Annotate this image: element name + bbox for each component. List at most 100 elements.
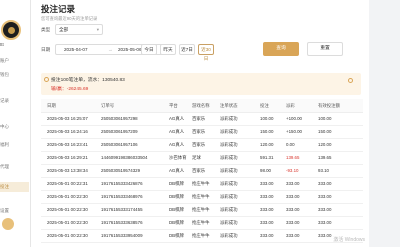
cell-valid: 333.00 bbox=[318, 207, 332, 212]
cell-bet: 591.31 bbox=[260, 155, 274, 160]
cell-valid: 333.00 bbox=[318, 220, 332, 225]
cell-time: 2025-05-03 16:24:16 bbox=[47, 129, 88, 134]
cell-bet: 333.00 bbox=[260, 220, 274, 225]
cell-plat: AG真人 bbox=[169, 142, 185, 147]
type-select-value: 全部 bbox=[59, 27, 69, 32]
table-row: 2025-05-01 00:22:30 19176155333174455 DB棋牌… bbox=[41, 204, 363, 217]
summary-profit: 输/赢：-26245.69 bbox=[51, 87, 89, 92]
sidebar-item-bonus[interactable]: 福利 bbox=[0, 140, 29, 150]
reset-button[interactable]: 重置 bbox=[307, 42, 343, 56]
cell-status: 派彩成功 bbox=[220, 207, 238, 212]
cell-plat: 沙巴体育 bbox=[169, 155, 187, 160]
quick-today-button[interactable]: 今日 bbox=[141, 44, 157, 55]
cell-status: 派彩成功 bbox=[220, 220, 238, 225]
summary-total: 投注100笔注单，流水：130540.83 bbox=[51, 78, 125, 83]
sidebar-item-center[interactable]: 中心 bbox=[0, 122, 29, 132]
quick-7days-button[interactable]: 近7日 bbox=[179, 44, 195, 55]
cell-status: 派彩成功 bbox=[220, 155, 238, 160]
page-title: 投注记录 bbox=[41, 4, 76, 14]
cell-valid: 93.10 bbox=[318, 168, 329, 173]
cell-plat: DB棋牌 bbox=[169, 194, 184, 199]
header-platform: 平台 bbox=[169, 103, 178, 108]
sidebar-item-wallet[interactable]: 钱包 bbox=[0, 70, 29, 80]
cell-valid: 333.00 bbox=[318, 181, 332, 186]
quick-30days-button[interactable]: 近30日 bbox=[198, 44, 214, 61]
cell-order: 19176155333174455 bbox=[101, 207, 143, 212]
cell-bet: 120.00 bbox=[260, 142, 274, 147]
cell-valid: 139.65 bbox=[318, 155, 332, 160]
help-icon[interactable] bbox=[348, 78, 353, 83]
sidebar-item-label: 钱包 bbox=[0, 72, 9, 77]
table-row: 2025-05-01 00:22:30 19176155333468976 DB棋牌… bbox=[41, 191, 363, 204]
cell-plat: AG真人 bbox=[169, 168, 185, 173]
table-row: 2025-05-03 16:29:21 1446099198386033504 沙巴… bbox=[41, 152, 363, 165]
cell-status: 派彩成功 bbox=[220, 168, 238, 173]
sidebar-item-records[interactable]: 记录 bbox=[0, 96, 29, 106]
cell-plat: AG真人 bbox=[169, 129, 185, 134]
user-name: ttt bbox=[0, 42, 4, 47]
cell-time: 2025-05-03 16:25:07 bbox=[47, 116, 88, 121]
cell-order: 19176155333638576 bbox=[101, 220, 143, 225]
cell-valid: 333.00 bbox=[318, 233, 332, 238]
cell-time: 2025-05-01 00:22:30 bbox=[47, 220, 88, 225]
table-row: 2025-05-03 16:23:41 250503061957106 AG真人 百家… bbox=[41, 139, 363, 152]
avatar[interactable] bbox=[1, 20, 21, 40]
cell-bet: 333.00 bbox=[260, 233, 274, 238]
cell-time: 2025-05-01 00:22:30 bbox=[47, 207, 88, 212]
type-select[interactable]: 全部 ▾ bbox=[55, 24, 103, 35]
header-bet: 投注 bbox=[260, 103, 269, 108]
cell-win: 333.00 bbox=[286, 233, 300, 238]
sidebar-item-account[interactable]: 账户 bbox=[0, 56, 29, 66]
cell-win: 333.00 bbox=[286, 207, 300, 212]
table-row: 2025-05-03 13:38:34 2505030519574329 AG真人 百… bbox=[41, 165, 363, 178]
cell-valid: 100.00 bbox=[318, 116, 332, 121]
cell-win: 333.00 bbox=[286, 220, 300, 225]
table-body: 2025-05-03 16:25:07 250503061957298 AG真人 百家… bbox=[41, 113, 363, 243]
cell-status: 派彩成功 bbox=[220, 116, 238, 121]
cell-game: 足球 bbox=[192, 155, 201, 160]
table-row: 2025-05-01 00:22:30 19176155333954009 DB棋牌… bbox=[41, 230, 363, 243]
chevron-down-icon: ▾ bbox=[96, 27, 99, 32]
date-end: 2025-05-06 bbox=[118, 47, 142, 52]
cell-win: 139.65 bbox=[286, 155, 300, 160]
watermark: 激活 Windows bbox=[333, 237, 365, 243]
cell-bet: 98.00 bbox=[260, 168, 271, 173]
cell-win: +150.00 bbox=[286, 129, 302, 134]
cell-order: 250503061957298 bbox=[101, 116, 138, 121]
cell-game: 百家乐 bbox=[192, 142, 206, 147]
cell-game: 抢庄牛牛 bbox=[192, 194, 210, 199]
sidebar-item-label: 中心 bbox=[0, 124, 9, 129]
cell-game: 百家乐 bbox=[192, 116, 206, 121]
cell-valid: 120.00 bbox=[318, 142, 332, 147]
header-status: 注单状态 bbox=[220, 103, 238, 108]
cell-game: 百家乐 bbox=[192, 168, 206, 173]
main-panel: 投注记录 您可查询最近90天的注单记录 类型 全部 ▾ 日期 2025-04-0… bbox=[31, 0, 369, 247]
header-payout: 派彩 bbox=[286, 103, 295, 108]
sidebar-item-settings[interactable]: 设置 bbox=[0, 206, 29, 216]
table-row: 2025-05-01 00:22:30 19176155333638576 DB棋牌… bbox=[41, 217, 363, 230]
cell-plat: DB棋牌 bbox=[169, 181, 184, 186]
cell-plat: DB棋牌 bbox=[169, 220, 184, 225]
quick-yesterday-button[interactable]: 昨天 bbox=[160, 44, 176, 55]
cell-order: 250503061957106 bbox=[101, 142, 138, 147]
cell-order: 250503061957209 bbox=[101, 129, 138, 134]
chat-icon[interactable] bbox=[2, 218, 14, 230]
date-separator: → bbox=[108, 47, 113, 52]
cell-win: 333.00 bbox=[286, 181, 300, 186]
cell-order: 19176155333426876 bbox=[101, 181, 143, 186]
sidebar-item-bets[interactable]: 投注 bbox=[0, 182, 29, 192]
cell-status: 派彩成功 bbox=[220, 233, 238, 238]
header-order: 订单号 bbox=[101, 103, 115, 108]
cell-valid: 333.00 bbox=[318, 194, 332, 199]
cell-plat: DB棋牌 bbox=[169, 233, 184, 238]
cell-order: 19176155333468976 bbox=[101, 194, 143, 199]
cell-plat: DB棋牌 bbox=[169, 207, 184, 212]
sidebar-item-agent[interactable]: 代理 bbox=[0, 162, 29, 172]
page-subtitle: 您可查询最近90天的注单记录 bbox=[41, 16, 98, 21]
query-button[interactable]: 查询 bbox=[263, 42, 299, 56]
cell-bet: 150.00 bbox=[260, 129, 274, 134]
cell-game: 抢庄牛牛 bbox=[192, 181, 210, 186]
type-label: 类型 bbox=[41, 27, 51, 32]
cell-game: 抢庄牛牛 bbox=[192, 233, 210, 238]
cell-order: 2505030519574329 bbox=[101, 168, 141, 173]
